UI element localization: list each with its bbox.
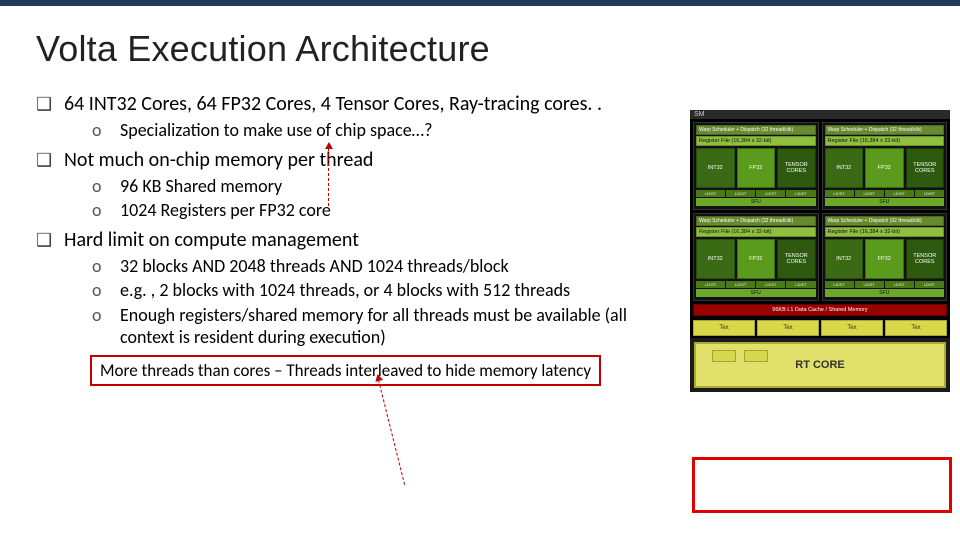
ldst-unit: LD/ST: [756, 190, 785, 197]
tex-row: Tex Tex Tex Tex: [690, 318, 950, 338]
sub-text: Enough registers/shared memory for all t…: [120, 304, 670, 349]
ldst-row: LD/ST LD/ST LD/ST LD/ST: [825, 190, 945, 197]
int32-core: INT32: [825, 239, 864, 279]
ldst-unit: LD/ST: [786, 281, 815, 288]
ldst-unit: LD/ST: [855, 281, 884, 288]
cores-row: INT32 FP32 TENSOR CORES: [825, 148, 945, 188]
int32-core: INT32: [696, 239, 735, 279]
bullet-text: Not much on-chip memory per thread: [64, 148, 373, 173]
warp-scheduler: Warp Scheduler + Dispatch (32 thread/clk…: [825, 216, 945, 226]
sm-quadrant: Warp Scheduler + Dispatch (32 thread/clk…: [693, 213, 819, 301]
warp-scheduler: Warp Scheduler + Dispatch (32 thread/clk…: [825, 125, 945, 135]
l1-shared-memory: 96KB L1 Data Cache / Shared Memory: [693, 304, 947, 316]
cores-row: INT32 FP32 TENSOR CORES: [696, 239, 816, 279]
ldst-unit: LD/ST: [885, 190, 914, 197]
sm-quad-grid: Warp Scheduler + Dispatch (32 thread/clk…: [690, 119, 950, 304]
tex-unit: Tex: [821, 320, 883, 336]
sub-bullet: o 1024 Registers per FP32 core: [36, 199, 670, 222]
square-bullet-icon: ❑: [36, 148, 64, 172]
cores-row: INT32 FP32 TENSOR CORES: [825, 239, 945, 279]
ldst-row: LD/ST LD/ST LD/ST LD/ST: [696, 190, 816, 197]
sub-bullet: o 32 blocks AND 2048 threads AND 1024 th…: [36, 255, 670, 278]
ldst-unit: LD/ST: [786, 190, 815, 197]
register-file: Register File (16,384 x 32-bit): [696, 136, 816, 146]
circle-bullet-icon: o: [92, 119, 120, 142]
warp-scheduler: Warp Scheduler + Dispatch (32 thread/clk…: [696, 216, 816, 226]
rt-core-wrap: RT CORE: [690, 338, 950, 392]
rt-core: RT CORE: [694, 342, 946, 388]
tex-unit: Tex: [693, 320, 755, 336]
sub-text: 32 blocks AND 2048 threads AND 1024 thre…: [120, 255, 509, 278]
body-content: ❑ 64 INT32 Cores, 64 FP32 Cores, 4 Tenso…: [0, 92, 670, 386]
sub-text: 1024 Registers per FP32 core: [120, 199, 331, 222]
sub-bullet: o 96 KB Shared memory: [36, 175, 670, 198]
sm-header: SM: [690, 110, 950, 119]
int32-core: INT32: [696, 148, 735, 188]
square-bullet-icon: ❑: [36, 228, 64, 252]
sub-text: Specialization to make use of chip space…: [120, 119, 432, 142]
fp32-core: FP32: [865, 148, 904, 188]
rt-sub-block: [712, 350, 736, 362]
tensor-core: TENSOR CORES: [777, 239, 816, 279]
ldst-unit: LD/ST: [756, 281, 785, 288]
callout-box: More threads than cores – Threads interl…: [90, 355, 601, 386]
sm-diagram: SM Warp Scheduler + Dispatch (32 thread/…: [690, 110, 950, 510]
tensor-core: TENSOR CORES: [906, 148, 945, 188]
fp32-core: FP32: [737, 239, 776, 279]
register-file: Register File (16,384 x 32-bit): [696, 227, 816, 237]
circle-bullet-icon: o: [92, 199, 120, 222]
ldst-unit: LD/ST: [915, 281, 944, 288]
tensor-core: TENSOR CORES: [777, 148, 816, 188]
ldst-row: LD/ST LD/ST LD/ST LD/ST: [825, 281, 945, 288]
tex-unit: Tex: [757, 320, 819, 336]
sub-bullet: o Specialization to make use of chip spa…: [36, 119, 670, 142]
square-bullet-icon: ❑: [36, 92, 64, 116]
circle-bullet-icon: o: [92, 304, 120, 327]
slide-title: Volta Execution Architecture: [0, 6, 960, 86]
tex-unit: Tex: [885, 320, 947, 336]
sfu-unit: SFU: [696, 289, 816, 297]
bullet-1: ❑ 64 INT32 Cores, 64 FP32 Cores, 4 Tenso…: [36, 92, 670, 117]
bullet-text: Hard limit on compute management: [64, 228, 359, 253]
ldst-unit: LD/ST: [696, 281, 725, 288]
ldst-unit: LD/ST: [696, 190, 725, 197]
mem-wrap: 96KB L1 Data Cache / Shared Memory: [690, 304, 950, 318]
ldst-unit: LD/ST: [726, 281, 755, 288]
bullet-2: ❑ Not much on-chip memory per thread: [36, 148, 670, 173]
rt-core-label: RT CORE: [795, 359, 845, 371]
tensor-core: TENSOR CORES: [906, 239, 945, 279]
bullet-3: ❑ Hard limit on compute management: [36, 228, 670, 253]
sm-quadrant: Warp Scheduler + Dispatch (32 thread/clk…: [822, 122, 948, 210]
circle-bullet-icon: o: [92, 279, 120, 302]
ldst-unit: LD/ST: [825, 281, 854, 288]
register-file: Register File (16,384 x 32-bit): [825, 227, 945, 237]
fp32-core: FP32: [865, 239, 904, 279]
ldst-unit: LD/ST: [726, 190, 755, 197]
ldst-unit: LD/ST: [855, 190, 884, 197]
sfu-unit: SFU: [696, 198, 816, 206]
ldst-unit: LD/ST: [915, 190, 944, 197]
sub-bullet: o e.g. , 2 blocks with 1024 threads, or …: [36, 279, 670, 302]
ldst-unit: LD/ST: [825, 190, 854, 197]
bullet-text: 64 INT32 Cores, 64 FP32 Cores, 4 Tensor …: [64, 92, 602, 117]
sm-quadrant: Warp Scheduler + Dispatch (32 thread/clk…: [693, 122, 819, 210]
sfu-unit: SFU: [825, 198, 945, 206]
ldst-unit: LD/ST: [885, 281, 914, 288]
fp32-core: FP32: [737, 148, 776, 188]
cores-row: INT32 FP32 TENSOR CORES: [696, 148, 816, 188]
int32-core: INT32: [825, 148, 864, 188]
circle-bullet-icon: o: [92, 175, 120, 198]
warp-scheduler: Warp Scheduler + Dispatch (32 thread/clk…: [696, 125, 816, 135]
ldst-row: LD/ST LD/ST LD/ST LD/ST: [696, 281, 816, 288]
circle-bullet-icon: o: [92, 255, 120, 278]
sm-quadrant: Warp Scheduler + Dispatch (32 thread/clk…: [822, 213, 948, 301]
sub-text: 96 KB Shared memory: [120, 175, 282, 198]
sub-bullet: o Enough registers/shared memory for all…: [36, 304, 670, 349]
arrow-to-blocks: [378, 380, 405, 485]
rt-sub-block: [744, 350, 768, 362]
sfu-unit: SFU: [825, 289, 945, 297]
register-file: Register File (16,384 x 32-bit): [825, 136, 945, 146]
sub-text: e.g. , 2 blocks with 1024 threads, or 4 …: [120, 279, 570, 302]
